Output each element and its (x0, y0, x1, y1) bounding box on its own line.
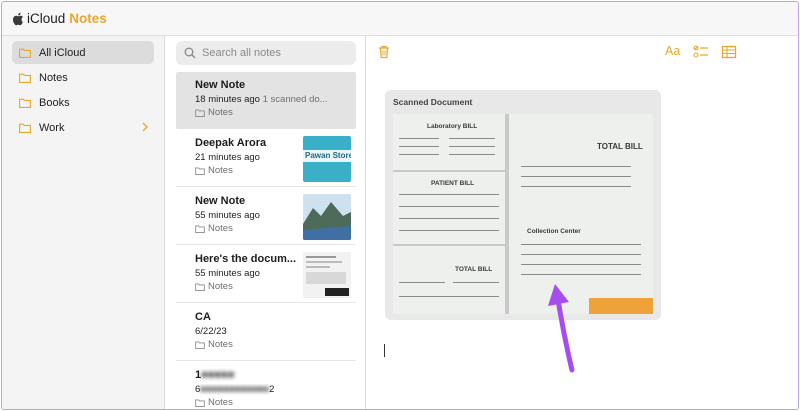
note-list-item[interactable]: Deepak Arora 21 minutes ago Notes Pawan … (176, 130, 356, 187)
folder-icon (195, 399, 205, 407)
note-list-item[interactable]: 1■■■■■ 6■■■■■■■■■■■■2 Notes (176, 362, 356, 409)
chevron-right-icon[interactable] (142, 122, 148, 132)
note-time: 21 minutes ago (195, 152, 260, 163)
note-folder: Notes (195, 339, 233, 350)
note-folder: Notes (195, 107, 233, 118)
note-title: 1■■■■■ (195, 369, 234, 381)
note-editor[interactable]: Aa Scanned Document Laboratory BILL PATI… (367, 36, 798, 409)
note-time: 6■■■■■■■■■■■■2 (195, 384, 274, 395)
note-meta: 18 minutes ago 1 scanned do... (195, 94, 328, 105)
note-title: Here's the docum... (195, 253, 297, 265)
thumb-text: Pawan Store (305, 151, 351, 160)
folder-icon (19, 73, 31, 83)
sidebar-item-label: All iCloud (39, 46, 86, 59)
folder-icon (19, 48, 31, 58)
note-folder-label: Notes (208, 339, 233, 350)
note-folder: Notes (195, 165, 233, 176)
folders-sidebar: All iCloud Notes Books Work (2, 36, 165, 409)
folder-icon (19, 98, 31, 108)
app-logo[interactable]: iCloud Notes (12, 11, 107, 26)
note-folder: Notes (195, 397, 233, 408)
brand-notes: Notes (69, 11, 107, 26)
redacted-text: ■■■■■ (201, 369, 235, 381)
search-placeholder: Search all notes (202, 47, 281, 59)
note-list-item[interactable]: New Note 55 minutes ago Notes (176, 188, 356, 245)
note-time: 55 minutes ago (195, 268, 260, 279)
thumb-band (303, 162, 351, 182)
note-folder-label: Notes (208, 165, 233, 176)
note-title: New Note (195, 195, 246, 207)
sidebar-item-label: Notes (39, 71, 68, 84)
sidebar-item-all-icloud[interactable]: All iCloud (12, 41, 154, 64)
folder-icon (195, 283, 205, 291)
thumb-band (303, 136, 351, 150)
search-field[interactable]: Search all notes (176, 41, 356, 65)
note-thumbnail (303, 252, 351, 298)
sidebar-item-label: Work (39, 121, 65, 134)
note-time: 18 minutes ago (195, 94, 260, 105)
note-list-item[interactable]: New Note 18 minutes ago 1 scanned do... … (176, 72, 356, 129)
note-title: CA (195, 311, 211, 323)
note-folder-label: Notes (208, 397, 233, 408)
folder-icon (195, 225, 205, 233)
sidebar-item-label: Books (39, 96, 70, 109)
landscape-image (303, 194, 351, 240)
note-thumbnail: Pawan Store (303, 136, 351, 182)
note-folder: Notes (195, 281, 233, 292)
notes-list-pane: Search all notes New Note 18 minutes ago… (166, 36, 366, 409)
sidebar-item-books[interactable]: Books (12, 91, 154, 114)
note-folder-label: Notes (208, 223, 233, 234)
search-icon (184, 47, 196, 59)
folder-icon (19, 123, 31, 133)
annotation-arrow-icon (548, 284, 575, 373)
note-list-item[interactable]: CA 6/22/23 Notes (176, 304, 356, 361)
redacted-text: ■■■■■■■■■■■■ (200, 384, 270, 395)
sidebar-item-work[interactable]: Work (12, 116, 154, 139)
note-folder-label: Notes (208, 107, 233, 118)
note-time: 6/22/23 (195, 326, 227, 337)
note-list-item[interactable]: Here's the docum... 55 minutes ago Notes (176, 246, 356, 303)
note-time-end: 2 (269, 384, 275, 395)
top-bar: iCloud Notes (2, 2, 798, 36)
folder-icon (195, 109, 205, 117)
note-title: Deepak Arora (195, 137, 267, 149)
note-folder-label: Notes (208, 281, 233, 292)
note-title: New Note (195, 79, 246, 91)
folder-icon (195, 341, 205, 349)
note-time: 55 minutes ago (195, 210, 260, 221)
note-folder: Notes (195, 223, 233, 234)
document-image (303, 252, 351, 298)
brand-icloud: iCloud (27, 11, 66, 26)
note-thumbnail (303, 194, 351, 240)
folder-icon (195, 167, 205, 175)
apple-icon (12, 12, 23, 25)
note-preview: 1 scanned do... (262, 94, 328, 105)
sidebar-item-notes[interactable]: Notes (12, 66, 154, 89)
app-window: iCloud Notes All iCloud Notes Books Work… (1, 1, 799, 410)
